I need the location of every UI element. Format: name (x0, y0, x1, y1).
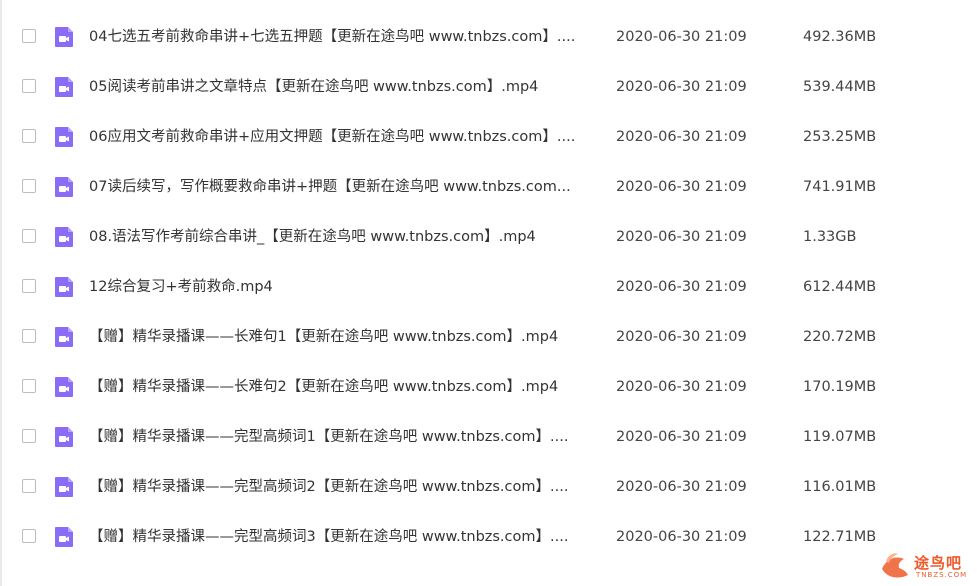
bird-logo-icon (882, 553, 908, 578)
file-name[interactable]: 06应用文考前救命串讲+应用文押题【更新在途鸟吧 www.tnbzs.com】.… (89, 112, 594, 162)
video-file-icon (55, 477, 73, 497)
file-date: 2020-06-30 21:09 (616, 329, 747, 345)
file-name[interactable]: 【赠】精华录播课——完型高频词2【更新在途鸟吧 www.tnbzs.com】..… (89, 462, 594, 512)
file-name[interactable]: 【赠】精华录播课——长难句1【更新在途鸟吧 www.tnbzs.com】.mp4 (89, 312, 594, 362)
file-name[interactable]: 08.语法写作考前综合串讲_【更新在途鸟吧 www.tnbzs.com】.mp4 (89, 212, 594, 262)
file-name[interactable]: 07读后续写，写作概要救命串讲+押题【更新在途鸟吧 www.tnbzs.com.… (89, 162, 594, 212)
video-file-icon (55, 427, 73, 447)
row-checkbox[interactable] (22, 329, 36, 343)
file-date: 2020-06-30 21:09 (616, 479, 747, 495)
file-name[interactable]: 04七选五考前救命串讲+七选五押题【更新在途鸟吧 www.tnbzs.com】.… (89, 12, 594, 62)
video-file-icon (55, 77, 73, 97)
file-date: 2020-06-30 21:09 (616, 279, 747, 295)
video-file-icon (55, 127, 73, 147)
row-checkbox[interactable] (22, 229, 36, 243)
file-date: 2020-06-30 21:09 (616, 0, 747, 12)
file-list: 03完形填空考前救命串讲+完形填空押题【更新在途鸟吧 www.tnbzs.co.… (0, 0, 977, 562)
file-row[interactable]: 08.语法写作考前综合串讲_【更新在途鸟吧 www.tnbzs.com】.mp4… (0, 212, 977, 262)
video-file-icon (55, 377, 73, 397)
file-row[interactable]: 【赠】精华录播课——完型高频词3【更新在途鸟吧 www.tnbzs.com】..… (0, 512, 977, 562)
file-name[interactable]: 05阅读考前串讲之文章特点【更新在途鸟吧 www.tnbzs.com】.mp4 (89, 62, 594, 112)
file-size: 741.91MB (803, 179, 877, 195)
file-row[interactable]: 12综合复习+考前救命.mp4 2020-06-30 21:09 612.44MB (0, 262, 977, 312)
video-file-icon (55, 527, 73, 547)
file-date: 2020-06-30 21:09 (616, 229, 747, 245)
file-size: 253.25MB (803, 129, 877, 145)
file-row[interactable]: 【赠】精华录播课——完型高频词1【更新在途鸟吧 www.tnbzs.com】..… (0, 412, 977, 462)
row-checkbox[interactable] (22, 179, 36, 193)
file-row[interactable]: 06应用文考前救命串讲+应用文押题【更新在途鸟吧 www.tnbzs.com】.… (0, 112, 977, 162)
file-date: 2020-06-30 21:09 (616, 429, 747, 445)
file-size: 516.72MB (803, 0, 876, 12)
file-date: 2020-06-30 21:09 (616, 529, 747, 545)
video-file-icon (55, 227, 73, 247)
row-checkbox[interactable] (22, 529, 36, 543)
file-size: 539.44MB (803, 79, 877, 95)
row-checkbox[interactable] (22, 129, 36, 143)
watermark: 途鸟吧 TNBZS.COM (878, 549, 977, 586)
row-checkbox[interactable] (22, 379, 36, 393)
file-row[interactable]: 03完形填空考前救命串讲+完形填空押题【更新在途鸟吧 www.tnbzs.co.… (0, 0, 977, 12)
row-checkbox[interactable] (22, 279, 36, 293)
file-size: 220.72MB (803, 329, 877, 345)
file-size: 170.19MB (803, 379, 877, 395)
file-date: 2020-06-30 21:09 (616, 379, 747, 395)
file-size: 612.44MB (803, 279, 877, 295)
row-checkbox[interactable] (22, 29, 36, 43)
file-row[interactable]: 【赠】精华录播课——长难句2【更新在途鸟吧 www.tnbzs.com】.mp4… (0, 362, 977, 412)
video-file-icon (55, 277, 73, 297)
file-name[interactable]: 【赠】精华录播课——长难句2【更新在途鸟吧 www.tnbzs.com】.mp4 (89, 362, 594, 412)
file-name[interactable]: 03完形填空考前救命串讲+完形填空押题【更新在途鸟吧 www.tnbzs.co.… (89, 0, 594, 12)
file-row[interactable]: 04七选五考前救命串讲+七选五押题【更新在途鸟吧 www.tnbzs.com】.… (0, 12, 977, 62)
file-name[interactable]: 【赠】精华录播课——完型高频词1【更新在途鸟吧 www.tnbzs.com】..… (89, 412, 594, 462)
watermark-subtext: TNBZS.COM (916, 571, 968, 579)
file-date: 2020-06-30 21:09 (616, 179, 747, 195)
file-row[interactable]: 05阅读考前串讲之文章特点【更新在途鸟吧 www.tnbzs.com】.mp4 2… (0, 62, 977, 112)
file-row[interactable]: 07读后续写，写作概要救命串讲+押题【更新在途鸟吧 www.tnbzs.com.… (0, 162, 977, 212)
file-size: 1.33GB (803, 229, 857, 245)
file-name[interactable]: 12综合复习+考前救命.mp4 (89, 262, 594, 312)
file-date: 2020-06-30 21:09 (616, 129, 747, 145)
file-size: 119.07MB (803, 429, 877, 445)
file-name[interactable]: 【赠】精华录播课——完型高频词3【更新在途鸟吧 www.tnbzs.com】..… (89, 512, 594, 562)
row-checkbox[interactable] (22, 479, 36, 493)
file-size: 122.71MB (803, 529, 877, 545)
video-file-icon (55, 327, 73, 347)
video-file-icon (55, 27, 73, 47)
row-checkbox[interactable] (22, 79, 36, 93)
file-row[interactable]: 【赠】精华录播课——长难句1【更新在途鸟吧 www.tnbzs.com】.mp4… (0, 312, 977, 362)
watermark-text: 途鸟吧 (914, 554, 963, 572)
file-size: 116.01MB (803, 479, 877, 495)
file-row[interactable]: 【赠】精华录播课——完型高频词2【更新在途鸟吧 www.tnbzs.com】..… (0, 462, 977, 512)
file-date: 2020-06-30 21:09 (616, 79, 747, 95)
row-checkbox[interactable] (22, 429, 36, 443)
video-file-icon (55, 177, 73, 197)
file-size: 492.36MB (803, 29, 877, 45)
file-date: 2020-06-30 21:09 (616, 29, 747, 45)
